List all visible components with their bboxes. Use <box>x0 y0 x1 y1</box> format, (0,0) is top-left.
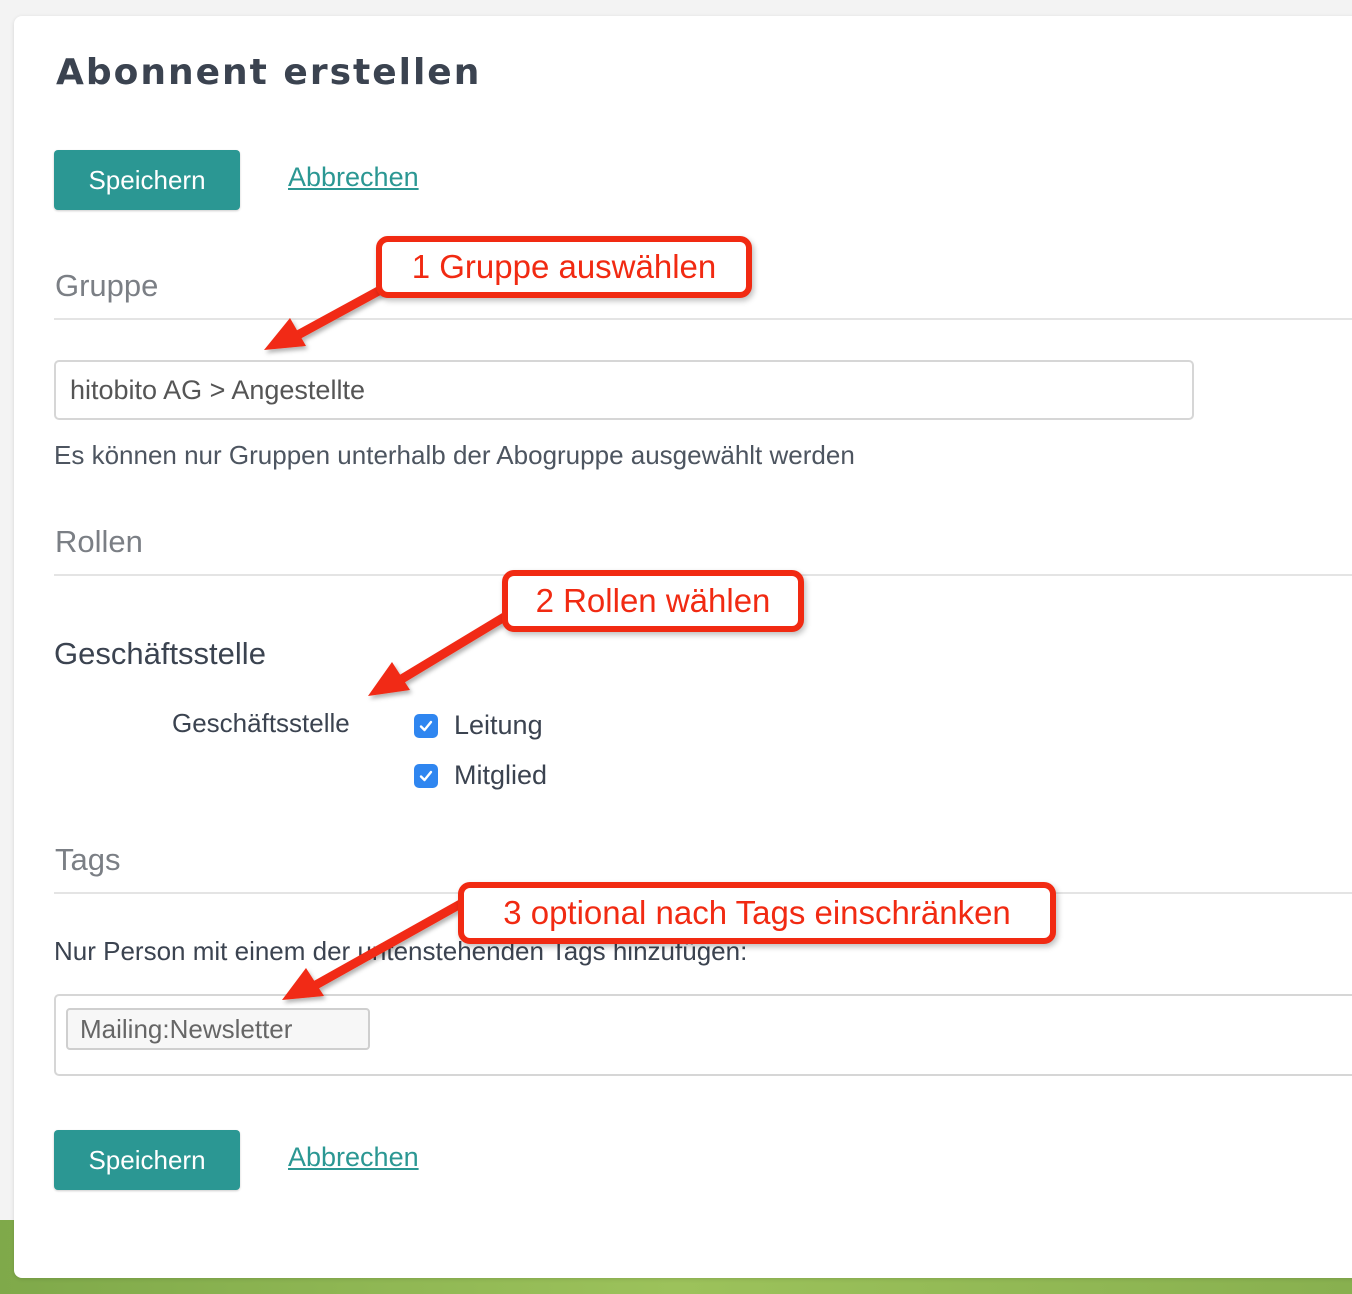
arrow-step1-icon <box>264 283 389 350</box>
annotation-arrows <box>264 283 511 1000</box>
arrow-step2-icon <box>368 611 511 696</box>
annotation-step3: 3 optional nach Tags einschränken <box>458 882 1056 944</box>
annotation-step2: 2 Rollen wählen <box>502 570 804 632</box>
arrow-step3-icon <box>282 897 469 1000</box>
annotation-step1: 1 Gruppe auswählen <box>376 236 752 298</box>
